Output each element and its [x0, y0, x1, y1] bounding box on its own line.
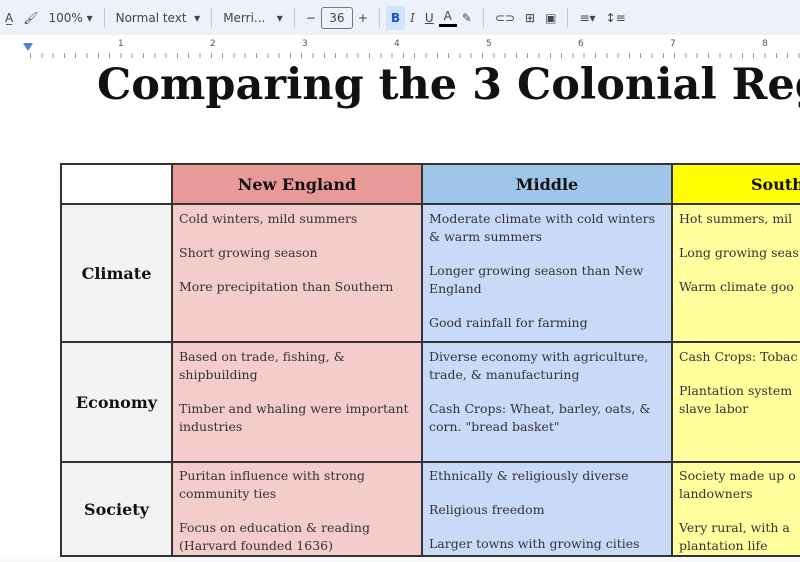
- cell-new-england-society[interactable]: Puritan influence with strong community …: [171, 461, 423, 557]
- header-empty[interactable]: [60, 163, 173, 205]
- ruler-number: 6: [578, 39, 584, 49]
- decrease-font-size-button[interactable]: −: [301, 6, 321, 30]
- cell-text: Cash Crops: Tobac: [679, 349, 798, 364]
- cell-text: Based on trade, fishing, & shipbuilding: [179, 349, 345, 382]
- cell-new-england-climate[interactable]: Cold winters, mild summers Short growing…: [171, 203, 423, 343]
- cell-text: Good rainfall for farming: [429, 315, 588, 330]
- cell-text: Plantation system slave labor: [679, 383, 793, 416]
- ruler[interactable]: 1 2 3 4 5 6 7 8: [0, 35, 800, 59]
- divider: [103, 7, 105, 28]
- cell-text: Timber and whaling were important indust…: [179, 401, 409, 434]
- ruler-number: 8: [762, 39, 768, 49]
- underline-button[interactable]: U: [420, 6, 439, 30]
- divider: [293, 7, 295, 28]
- image-icon[interactable]: ▣: [540, 6, 561, 30]
- spellcheck-icon[interactable]: A̲: [0, 6, 18, 30]
- cell-south-society[interactable]: Society made up o landowners Very rural,…: [671, 461, 800, 557]
- cell-south-climate[interactable]: Hot summers, mil Long growing seas Warm …: [671, 203, 800, 343]
- cell-text: Long growing seas: [679, 245, 799, 260]
- link-icon[interactable]: ⊂⊃: [490, 6, 520, 30]
- comparison-table[interactable]: New England Middle South Climate Cold wi…: [60, 163, 800, 557]
- cell-south-economy[interactable]: Cash Crops: Tobac Plantation system slav…: [671, 341, 800, 463]
- cell-text: Hot summers, mil: [679, 211, 793, 226]
- ruler-number: 4: [394, 39, 400, 49]
- style-value: Normal text: [115, 10, 187, 25]
- cell-text: Ethnically & religiously diverse: [429, 468, 629, 483]
- cell-middle-climate[interactable]: Moderate climate with cold winters & war…: [421, 203, 673, 343]
- cell-text: Short growing season: [179, 245, 318, 260]
- ruler-number: 5: [486, 39, 492, 49]
- indent-marker-icon[interactable]: [23, 43, 33, 51]
- cell-text: Puritan influence with strong community …: [179, 468, 365, 501]
- header-south[interactable]: South: [671, 163, 800, 205]
- ruler-number: 3: [302, 39, 308, 49]
- style-select[interactable]: Normal text ▾: [111, 6, 206, 30]
- table-row: Society Puritan influence with strong co…: [60, 461, 800, 557]
- zoom-select[interactable]: 100% ▾: [43, 6, 97, 30]
- cell-text: Diverse economy with agriculture, trade,…: [429, 349, 649, 382]
- align-icon[interactable]: ≡▾: [574, 6, 600, 30]
- cell-text: Warm climate goo: [679, 279, 794, 294]
- cell-text: Very rural, with a plantation life: [679, 520, 790, 553]
- cell-text: Cash Crops: Wheat, barley, oats, & corn.…: [429, 401, 651, 434]
- document-title[interactable]: Comparing the 3 Colonial Regi: [97, 60, 800, 110]
- cell-new-england-economy[interactable]: Based on trade, fishing, & shipbuilding …: [171, 341, 423, 463]
- paint-format-icon[interactable]: 🖌: [18, 6, 43, 30]
- cell-text: Religious freedom: [429, 502, 545, 517]
- increase-font-size-button[interactable]: +: [353, 6, 373, 30]
- toolbar: A̲ 🖌 100% ▾ Normal text ▾ Merri... ▾ − 3…: [0, 0, 800, 35]
- divider: [482, 7, 484, 28]
- bold-button[interactable]: B: [385, 5, 406, 30]
- text-color-button[interactable]: A: [438, 8, 457, 27]
- table-row: Climate Cold winters, mild summers Short…: [60, 203, 800, 343]
- row-label-society[interactable]: Society: [60, 461, 173, 557]
- divider: [378, 7, 380, 28]
- font-value: Merri...: [223, 10, 266, 25]
- italic-button[interactable]: I: [405, 6, 420, 30]
- row-label-economy[interactable]: Economy: [60, 341, 173, 463]
- header-middle[interactable]: Middle: [421, 163, 673, 205]
- cell-middle-economy[interactable]: Diverse economy with agriculture, trade,…: [421, 341, 673, 463]
- ruler-number: 1: [118, 39, 124, 49]
- divider: [567, 7, 569, 28]
- line-spacing-icon[interactable]: ↕≡: [601, 6, 631, 30]
- font-size-input[interactable]: 36: [320, 6, 353, 29]
- divider: [211, 7, 213, 28]
- zoom-value: 100%: [48, 10, 83, 25]
- cell-text: Society made up o landowners: [679, 468, 796, 501]
- comment-icon[interactable]: ⊞: [520, 6, 540, 30]
- cell-middle-society[interactable]: Ethnically & religiously diverse Religio…: [421, 461, 673, 557]
- cell-text: Moderate climate with cold winters & war…: [429, 211, 656, 244]
- row-label-climate[interactable]: Climate: [60, 203, 173, 343]
- document-page[interactable]: Comparing the 3 Colonial Regi New Englan…: [0, 58, 800, 557]
- font-select[interactable]: Merri... ▾: [218, 6, 288, 30]
- table-header-row: New England Middle South: [60, 163, 800, 205]
- cell-text: Focus on education & reading (Harvard fo…: [179, 520, 370, 553]
- cell-text: Larger towns with growing cities: [429, 536, 640, 551]
- highlight-icon[interactable]: ✎: [457, 6, 477, 30]
- ruler-number: 7: [670, 39, 676, 49]
- table-row: Economy Based on trade, fishing, & shipb…: [60, 341, 800, 463]
- header-new-england[interactable]: New England: [171, 163, 423, 205]
- cell-text: Cold winters, mild summers: [179, 211, 358, 226]
- cell-text: More precipitation than Southern: [179, 279, 394, 294]
- ruler-number: 2: [210, 39, 216, 49]
- cell-text: Longer growing season than New England: [429, 263, 644, 296]
